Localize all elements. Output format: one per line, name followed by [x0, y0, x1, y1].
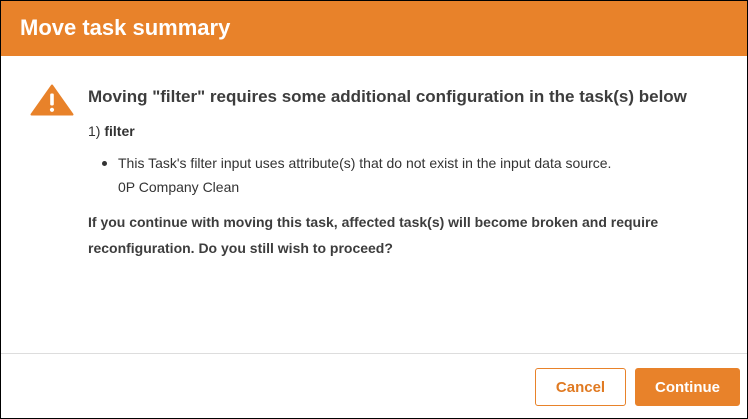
issue-text: This Task's filter input uses attribute(…: [118, 155, 612, 171]
cancel-button[interactable]: Cancel: [535, 368, 626, 406]
dialog-header: Move task summary: [1, 1, 747, 56]
continue-button[interactable]: Continue: [635, 368, 740, 406]
task-number: 1): [88, 123, 101, 139]
footer-divider: [1, 353, 747, 354]
move-task-summary-dialog: Move task summary Moving "filter" requir…: [0, 0, 748, 419]
message-title: Moving "filter" requires some additional…: [88, 87, 687, 106]
bullet-dot: [102, 161, 107, 166]
task-name: filter: [104, 123, 135, 139]
dialog-title: Move task summary: [20, 15, 231, 40]
issue-source: 0P Company Clean: [118, 179, 240, 195]
warning-triangle-icon: [30, 84, 74, 116]
issue-item: This Task's filter input uses attribute(…: [102, 151, 728, 199]
task-line: 1) filter: [88, 121, 728, 141]
dialog-content: Moving "filter" requires some additional…: [88, 83, 728, 261]
proceed-warning-text: If you continue with moving this task, a…: [88, 214, 659, 256]
issue-list: This Task's filter input uses attribute(…: [88, 151, 728, 199]
